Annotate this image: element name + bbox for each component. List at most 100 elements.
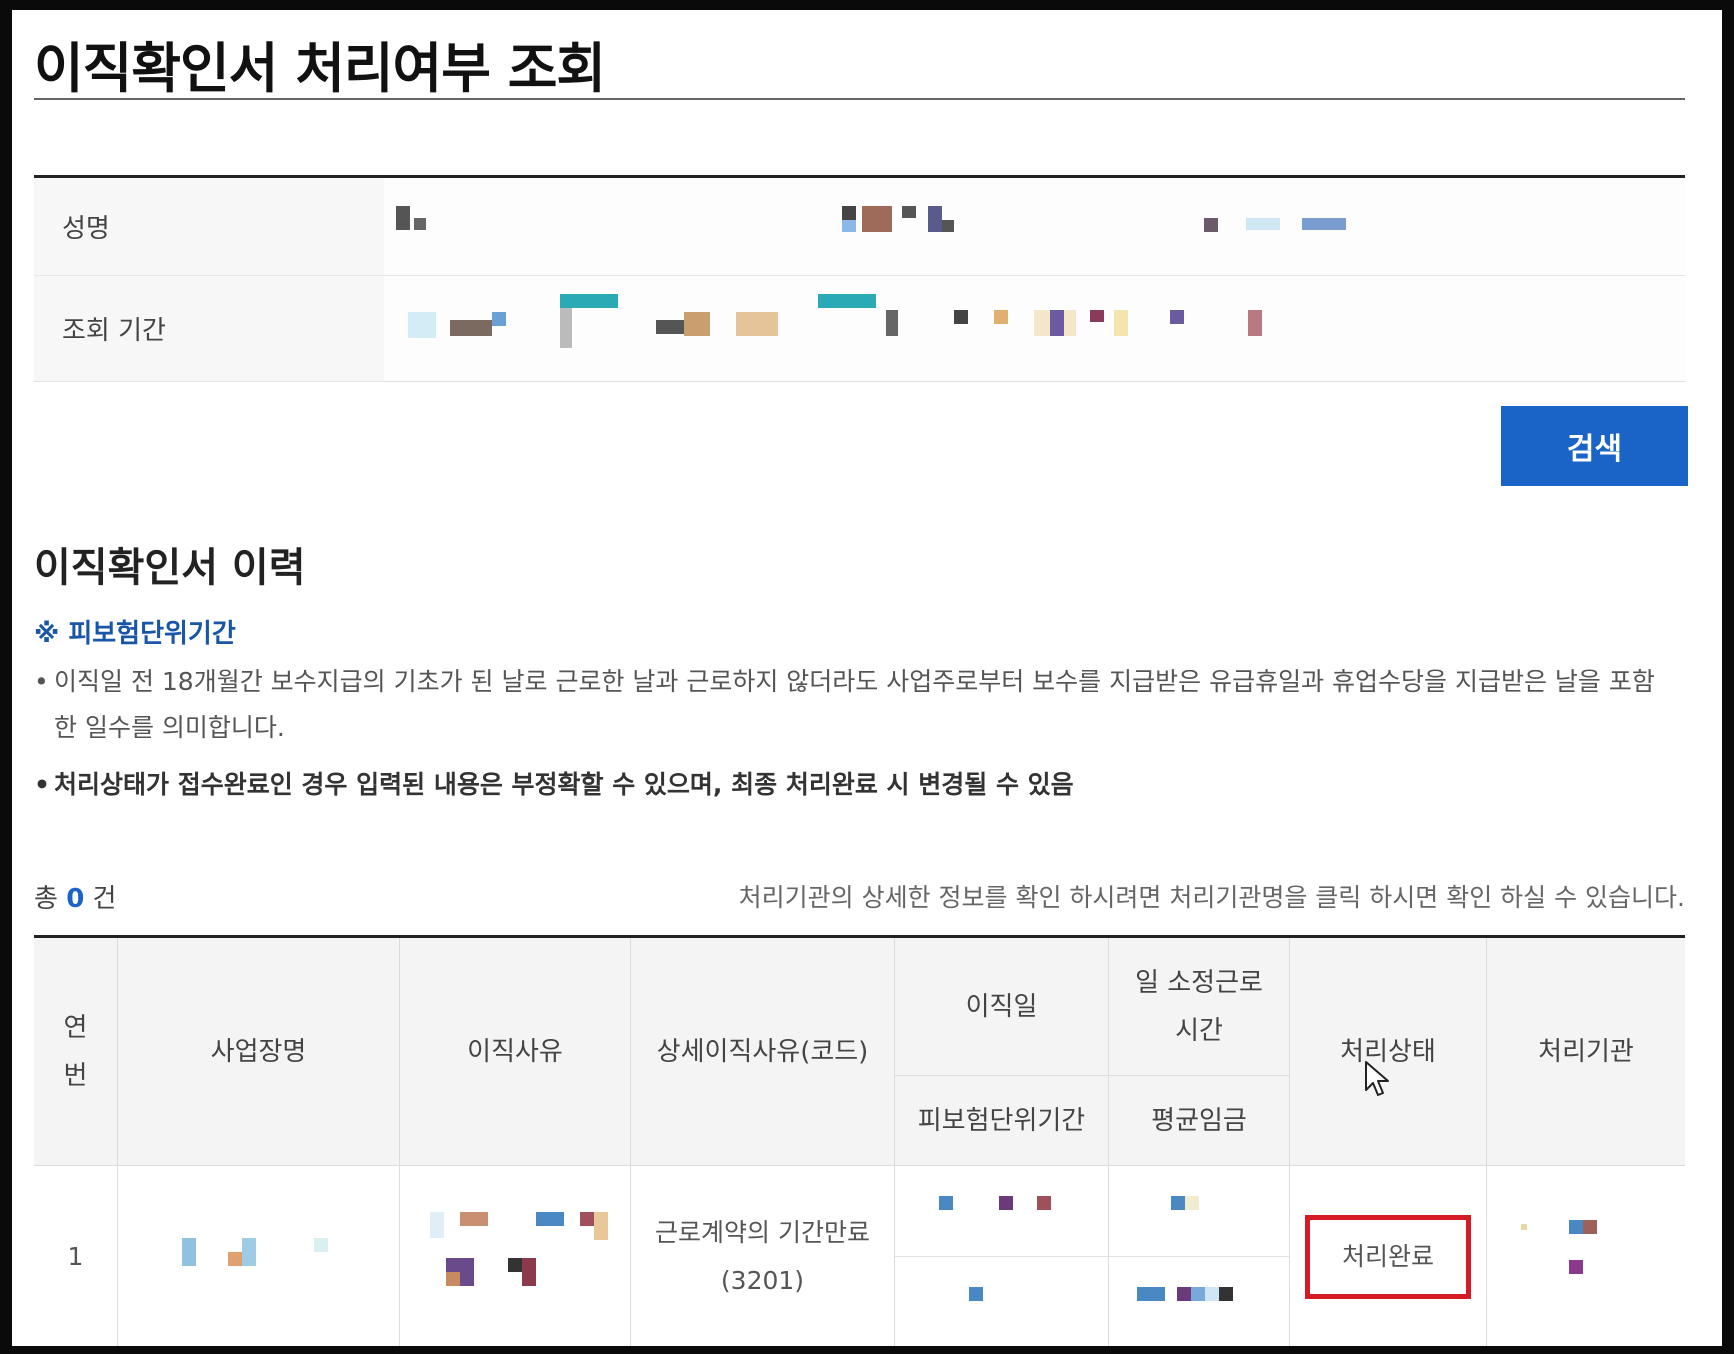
redaction-block xyxy=(450,320,492,336)
header-reason: 이직사유 xyxy=(400,938,631,1166)
notice-text: 이직일 전 18개월간 보수지급의 기초가 된 날로 근로한 날과 근로하지 않… xyxy=(54,667,1655,742)
page: 이직확인서 처리여부 조회 성명 조회 기간 검색 이직확인서 이력 ※ 피보험… xyxy=(34,10,1688,1346)
redaction-block xyxy=(182,1238,196,1266)
status-value: 처리완료 xyxy=(1341,1242,1434,1271)
redaction-block xyxy=(560,294,618,308)
redaction-block xyxy=(1246,218,1280,230)
redaction-block xyxy=(242,1238,256,1266)
redaction-block xyxy=(228,1252,242,1266)
redaction-block xyxy=(818,294,876,308)
row-leave-date-redacted xyxy=(895,1166,1109,1257)
redaction-block xyxy=(414,218,426,230)
notice-text: 처리상태가 접수완료인 경우 입력된 내용은 부정확할 수 있으며, 최종 처리… xyxy=(54,770,1074,799)
redaction-block xyxy=(1569,1260,1583,1274)
redaction-block xyxy=(1191,1287,1205,1301)
row-agency-link-redacted[interactable] xyxy=(1487,1166,1685,1346)
period-label: 조회 기간 xyxy=(34,276,384,381)
redaction-block xyxy=(1521,1224,1527,1230)
help-text: 처리기관의 상세한 정보를 확인 하시려면 처리기관명을 클릭 하시면 확인 하… xyxy=(738,883,1685,912)
count-prefix: 총 xyxy=(34,884,58,914)
redaction-block xyxy=(1248,310,1262,336)
title-divider xyxy=(34,98,1685,100)
redaction-block xyxy=(1302,218,1346,230)
redaction-block xyxy=(999,1196,1013,1210)
notice-bullet: • 처리상태가 접수완료인 경우 입력된 내용은 부정확할 수 있으며, 최종 … xyxy=(34,762,1664,808)
redaction-block xyxy=(1114,310,1128,336)
period-row: 조회 기간 xyxy=(34,276,1685,381)
search-form: 성명 조회 기간 xyxy=(34,175,1685,382)
redaction-block xyxy=(594,1212,608,1240)
header-daily-hours: 일 소정근로 시간 xyxy=(1109,938,1290,1076)
redaction-block xyxy=(1205,1287,1219,1301)
header-agency: 처리기관 xyxy=(1487,938,1685,1166)
redaction-block xyxy=(522,1258,536,1286)
name-value-redacted xyxy=(384,178,1685,275)
row-insured-period-redacted xyxy=(895,1257,1109,1346)
mouse-cursor-icon xyxy=(1365,1061,1389,1096)
header-status: 처리상태 xyxy=(1290,938,1487,1166)
redaction-block xyxy=(1569,1220,1583,1234)
redaction-block xyxy=(1583,1220,1597,1234)
redaction-block xyxy=(684,312,710,336)
header-avg-wage: 평균임금 xyxy=(1109,1076,1290,1166)
row-status-cell: 처리완료 xyxy=(1290,1166,1487,1346)
redaction-block xyxy=(969,1287,983,1301)
redaction-block xyxy=(560,308,572,348)
row-seq: 1 xyxy=(34,1166,118,1346)
search-button[interactable]: 검색 xyxy=(1501,406,1688,486)
result-count: 총 0 건 xyxy=(34,878,116,915)
redaction-block xyxy=(939,1196,953,1210)
redaction-block xyxy=(954,310,968,324)
redaction-block xyxy=(446,1272,460,1286)
redaction-block xyxy=(886,310,898,336)
row-detail-reason: 근로계약의 기간만료 (3201) xyxy=(631,1166,895,1346)
row-reason-redacted xyxy=(400,1166,631,1346)
notice-title: ※ 피보험단위기간 xyxy=(34,619,236,649)
bullet-icon: • xyxy=(34,667,49,696)
header-seq: 연 번 xyxy=(34,938,118,1166)
redaction-block xyxy=(430,1212,444,1238)
redaction-block xyxy=(396,206,410,230)
redaction-block xyxy=(862,206,892,232)
history-table: 연 번 사업장명 이직사유 상세이직사유(코드) 이직일 일 소정근로 시간 피… xyxy=(34,935,1685,1346)
count-suffix: 건 xyxy=(92,884,117,914)
redaction-block xyxy=(942,220,954,232)
row-avg-wage-redacted xyxy=(1109,1257,1290,1346)
redaction-block xyxy=(492,312,506,326)
redaction-block xyxy=(1219,1287,1233,1301)
redaction-block xyxy=(1090,310,1104,322)
redaction-block xyxy=(508,1258,522,1272)
redaction-block xyxy=(994,310,1008,324)
redaction-block xyxy=(1137,1287,1165,1301)
redaction-block xyxy=(842,220,856,232)
status-highlight: 처리완료 xyxy=(1305,1215,1471,1299)
page-title: 이직확인서 처리여부 조회 xyxy=(34,37,606,100)
redaction-block xyxy=(736,312,778,336)
redaction-block xyxy=(1170,310,1184,324)
redaction-block xyxy=(656,320,684,334)
redaction-block xyxy=(536,1212,564,1226)
bullet-icon: • xyxy=(34,770,50,799)
row-workplace-redacted[interactable] xyxy=(118,1166,400,1346)
browser-content: 이직확인서 처리여부 조회 성명 조회 기간 검색 이직확인서 이력 ※ 피보험… xyxy=(12,10,1722,1346)
notice-bullet: • 이직일 전 18개월간 보수지급의 기초가 된 날로 근로한 날과 근로하지… xyxy=(34,659,1664,751)
redaction-block xyxy=(902,206,916,218)
header-detail-reason: 상세이직사유(코드) xyxy=(631,938,895,1166)
redaction-block xyxy=(1185,1196,1199,1210)
redaction-block xyxy=(1171,1196,1185,1210)
redaction-block xyxy=(928,206,942,232)
header-leave-date: 이직일 xyxy=(895,938,1109,1076)
redaction-block xyxy=(408,312,436,338)
header-insured-period: 피보험단위기간 xyxy=(895,1076,1109,1166)
count-value: 0 xyxy=(66,884,85,914)
redaction-block xyxy=(842,206,856,220)
row-daily-hours-redacted xyxy=(1109,1166,1290,1257)
section-title: 이직확인서 이력 xyxy=(34,545,306,591)
period-value-redacted xyxy=(384,276,1685,381)
redaction-block xyxy=(1177,1287,1191,1301)
redaction-block xyxy=(314,1238,328,1252)
redaction-block xyxy=(1037,1196,1051,1210)
redaction-block xyxy=(460,1212,488,1226)
redaction-block xyxy=(580,1212,594,1226)
header-workplace: 사업장명 xyxy=(118,938,400,1166)
